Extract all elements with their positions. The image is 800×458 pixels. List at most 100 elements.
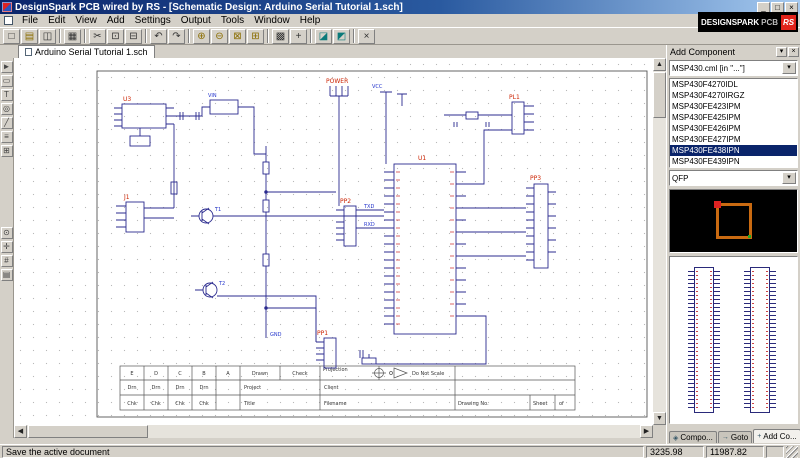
svg-text:PL1: PL1 — [509, 94, 520, 101]
text-tool-button[interactable]: T — [1, 89, 13, 101]
scroll-left-button[interactable]: ◀ — [14, 425, 27, 438]
svg-text:PP1: PP1 — [317, 330, 328, 337]
view-3d-button[interactable]: ◩ — [333, 29, 350, 44]
component-list-item[interactable]: MSP430FE427IPM — [670, 134, 797, 145]
open-button[interactable]: ▤ — [21, 29, 38, 44]
svg-text:E: E — [130, 371, 133, 377]
app-icon — [2, 2, 12, 12]
schematic-drawing[interactable]: E D C B A Drawn Check Drn Drn Drn Drn Ch… — [14, 58, 653, 425]
svg-text:Drn: Drn — [176, 385, 185, 391]
status-bar: Save the active document 3235.98 11987.8… — [0, 444, 800, 458]
chevron-down-icon[interactable]: ▾ — [782, 62, 796, 74]
title-bar[interactable]: DesignSpark PCB wired by RS - [Schematic… — [0, 0, 800, 14]
library-select-value: MSP430.cml [in "..."] — [672, 64, 782, 73]
component-list-item[interactable]: MSP430F4270IDL — [670, 79, 797, 90]
scroll-right-button[interactable]: ▶ — [640, 425, 653, 438]
component-list-item-selected[interactable]: MSP430FE438IPN — [670, 145, 797, 156]
library-select[interactable]: MSP430.cml [in "..."] ▾ — [669, 60, 798, 76]
document-icon[interactable] — [4, 16, 13, 25]
shape-tool-button[interactable]: ▭ — [1, 75, 13, 87]
menu-file[interactable]: File — [17, 14, 43, 27]
save-button[interactable]: ◫ — [39, 29, 56, 44]
svg-text:D: D — [154, 371, 158, 377]
zoom-out-button[interactable]: ⊖ — [211, 29, 228, 44]
panel-menu-button[interactable]: ▾ — [776, 47, 787, 57]
tab-components[interactable]: ◈ Compo... — [669, 431, 717, 443]
svg-text:Drn: Drn — [152, 385, 161, 391]
pan-tool-button[interactable]: ✛ — [1, 241, 13, 253]
svg-text:T2: T2 — [218, 281, 225, 287]
menu-tools[interactable]: Tools — [216, 14, 249, 27]
component-tool-button[interactable]: ⊞ — [1, 145, 13, 157]
cut-button[interactable]: ✂ — [89, 29, 106, 44]
minimize-button[interactable]: _ — [757, 2, 770, 13]
new-button[interactable]: □ — [3, 29, 20, 44]
resize-grip[interactable] — [786, 446, 798, 458]
vertical-scrollbar[interactable]: ▲ ▼ — [653, 58, 666, 425]
layers-tool-button[interactable]: ▤ — [1, 269, 13, 281]
component-list[interactable]: MSP430F4270IDL MSP430F4270IRGZ MSP430FE4… — [669, 78, 798, 168]
translate-to-pcb-button[interactable]: ◪ — [315, 29, 332, 44]
redo-button[interactable]: ↷ — [168, 29, 185, 44]
paste-button[interactable]: ⊟ — [125, 29, 142, 44]
menu-add[interactable]: Add — [102, 14, 130, 27]
window-controls: _ □ × — [757, 2, 798, 13]
chevron-down-icon[interactable]: ▾ — [782, 172, 796, 184]
svg-text:Chk: Chk — [127, 401, 137, 407]
menu-window[interactable]: Window — [249, 14, 295, 27]
zoom-in-button[interactable]: ⊕ — [193, 29, 210, 44]
close-doc-button[interactable]: × — [358, 29, 375, 44]
zoom-tool-button[interactable]: ⊙ — [1, 227, 13, 239]
vertical-scroll-thumb[interactable] — [653, 72, 666, 118]
undo-button[interactable]: ↶ — [150, 29, 167, 44]
svg-text:Title: Title — [243, 401, 255, 407]
print-button[interactable]: ▦ — [64, 29, 81, 44]
panel-close-button[interactable]: × — [788, 47, 799, 57]
svg-text:RXD: RXD — [364, 222, 375, 228]
package-select[interactable]: QFP ▾ — [669, 170, 798, 186]
panel-title: Add Component — [668, 47, 775, 57]
horizontal-scrollbar[interactable]: ◀ ▶ — [14, 425, 653, 438]
zoom-all-button[interactable]: ⊞ — [247, 29, 264, 44]
schematic-symbol-icon — [694, 267, 714, 413]
component-list-item[interactable]: MSP430FE425IPM — [670, 112, 797, 123]
menu-output[interactable]: Output — [176, 14, 216, 27]
panel-header[interactable]: Add Component ▾ × — [668, 46, 799, 58]
close-button[interactable]: × — [785, 2, 798, 13]
menu-edit[interactable]: Edit — [43, 14, 70, 27]
horizontal-scroll-thumb[interactable] — [28, 425, 148, 438]
menu-view[interactable]: View — [70, 14, 102, 27]
toolbar-separator — [59, 29, 61, 43]
svg-text:Drn: Drn — [200, 385, 209, 391]
select-tool-button[interactable]: ► — [1, 61, 13, 73]
component-list-item[interactable]: MSP430F4270IRGZ — [670, 90, 797, 101]
cursor-x-coordinate: 3235.98 — [646, 446, 704, 458]
svg-text:VCC: VCC — [372, 84, 383, 90]
tab-goto[interactable]: → Goto — [718, 431, 752, 443]
copy-button[interactable]: ⊡ — [107, 29, 124, 44]
grid-button[interactable]: ▩ — [272, 29, 289, 44]
measure-tool-button[interactable]: # — [1, 255, 13, 267]
wire-tool-button[interactable]: ╱ — [1, 117, 13, 129]
scroll-down-button[interactable]: ▼ — [653, 412, 666, 425]
zoom-window-button[interactable]: ⊠ — [229, 29, 246, 44]
svg-text:U1: U1 — [418, 155, 426, 162]
pin-numbers — [696, 271, 698, 409]
menu-help[interactable]: Help — [295, 14, 326, 27]
scroll-up-button[interactable]: ▲ — [653, 58, 666, 71]
symbol-preview — [669, 256, 798, 424]
component-list-item[interactable]: MSP430FE439IPN — [670, 156, 797, 167]
component-list-item[interactable]: MSP430FE423IPM — [670, 101, 797, 112]
components-tab-icon: ◈ — [673, 434, 678, 442]
maximize-button[interactable]: □ — [771, 2, 784, 13]
bus-tool-button[interactable]: ≡ — [1, 131, 13, 143]
pad-tool-button[interactable]: ◎ — [1, 103, 13, 115]
footprint-preview — [669, 189, 798, 253]
cross-probe-button[interactable]: + — [290, 29, 307, 44]
menu-settings[interactable]: Settings — [130, 14, 176, 27]
schematic-canvas[interactable]: E D C B A Drawn Check Drn Drn Drn Drn Ch… — [14, 58, 653, 425]
tab-add-component[interactable]: + Add Co... — [753, 429, 800, 443]
component-list-item[interactable]: MSP430FE426IPM — [670, 123, 797, 134]
tab-arduino-serial-tutorial[interactable]: Arduino Serial Tutorial 1.sch — [18, 45, 155, 58]
svg-text:Drawing No.: Drawing No. — [458, 401, 489, 407]
